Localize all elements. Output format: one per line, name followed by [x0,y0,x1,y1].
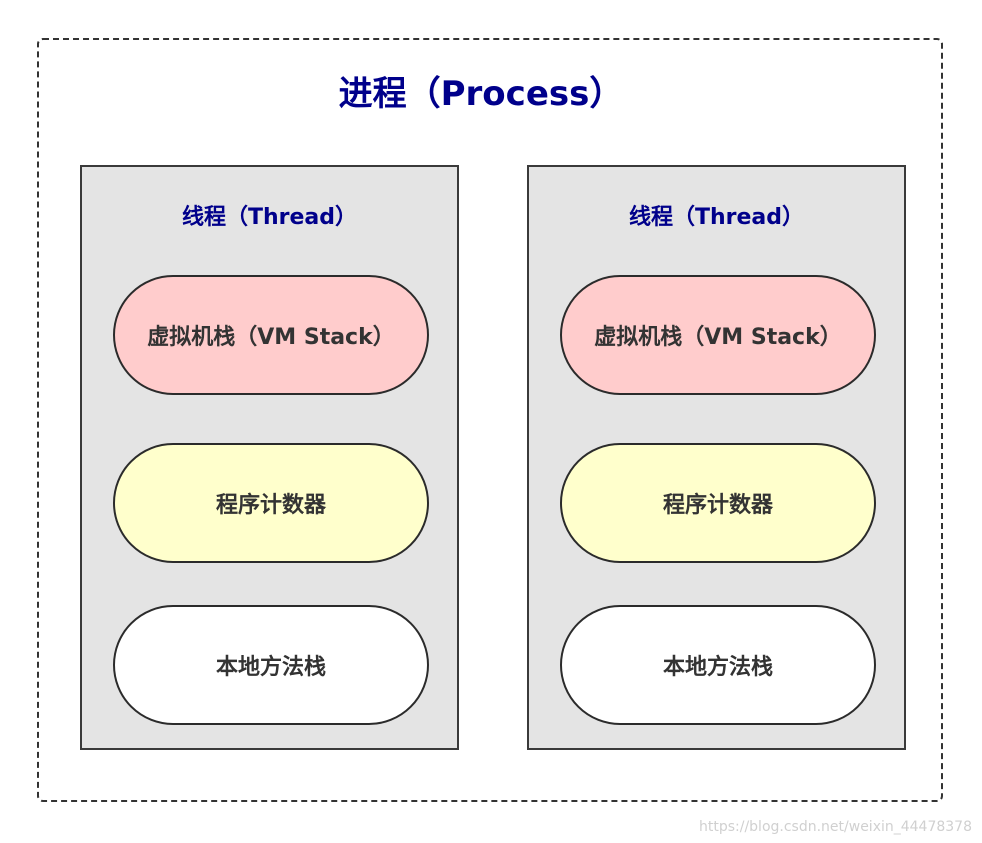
thread-container-1: 线程（Thread） 虚拟机栈（VM Stack） 程序计数器 本地方法栈 [80,165,459,750]
program-counter-2: 程序计数器 [560,443,876,563]
program-counter-1: 程序计数器 [113,443,429,563]
native-method-stack-1: 本地方法栈 [113,605,429,725]
thread-title-2: 线程（Thread） [628,205,805,230]
native-method-stack-2: 本地方法栈 [560,605,876,725]
vm-stack-1: 虚拟机栈（VM Stack） [113,275,429,395]
watermark-text: https://blog.csdn.net/weixin_44478378 [698,819,972,835]
process-title: 进程（Process） [338,74,624,114]
thread-container-2: 线程（Thread） 虚拟机栈（VM Stack） 程序计数器 本地方法栈 [527,165,906,750]
thread-title-1: 线程（Thread） [181,205,358,230]
vm-stack-2: 虚拟机栈（VM Stack） [560,275,876,395]
